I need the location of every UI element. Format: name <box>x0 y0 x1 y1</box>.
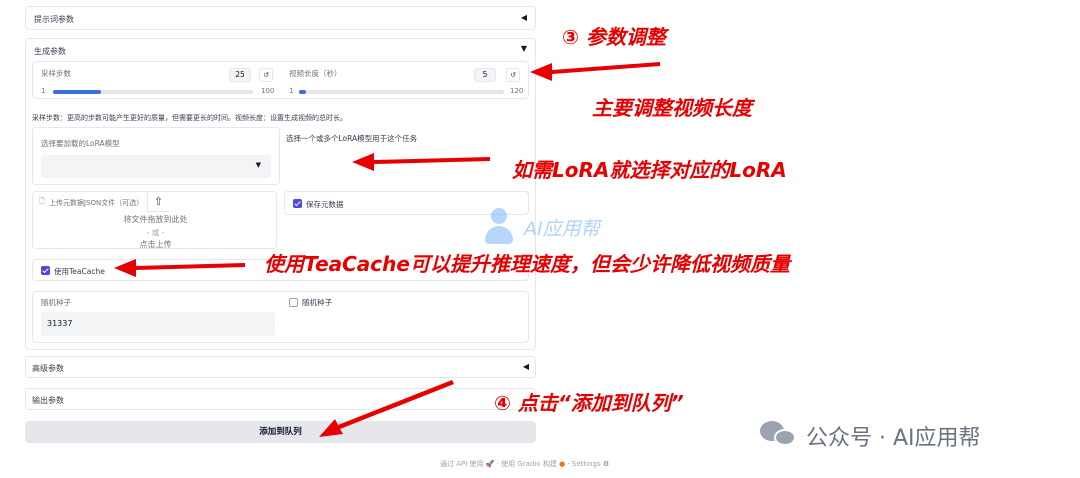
wechat-icon <box>760 421 798 447</box>
annotation-lora: 如需LoRA就选择对应的LoRA <box>512 158 787 182</box>
annotation-add-queue: ④ 点击“添加到队列” <box>494 391 684 415</box>
arrow-to-teacache <box>114 259 245 277</box>
annotation-teacache: 使用TeaCache可以提升推理速度，但会少许降低视频质量 <box>264 252 790 276</box>
arrow-to-add-queue <box>319 380 454 437</box>
annotation-param-adjust: ③ 参数调整 <box>562 25 666 49</box>
watermark-bottom-text: 公众号 · AI应用帮 <box>806 426 981 451</box>
annotation-video-length: 主要调整视频长度 <box>592 96 752 120</box>
arrow-to-lora <box>352 153 490 171</box>
arrow-to-video-length <box>530 62 660 81</box>
